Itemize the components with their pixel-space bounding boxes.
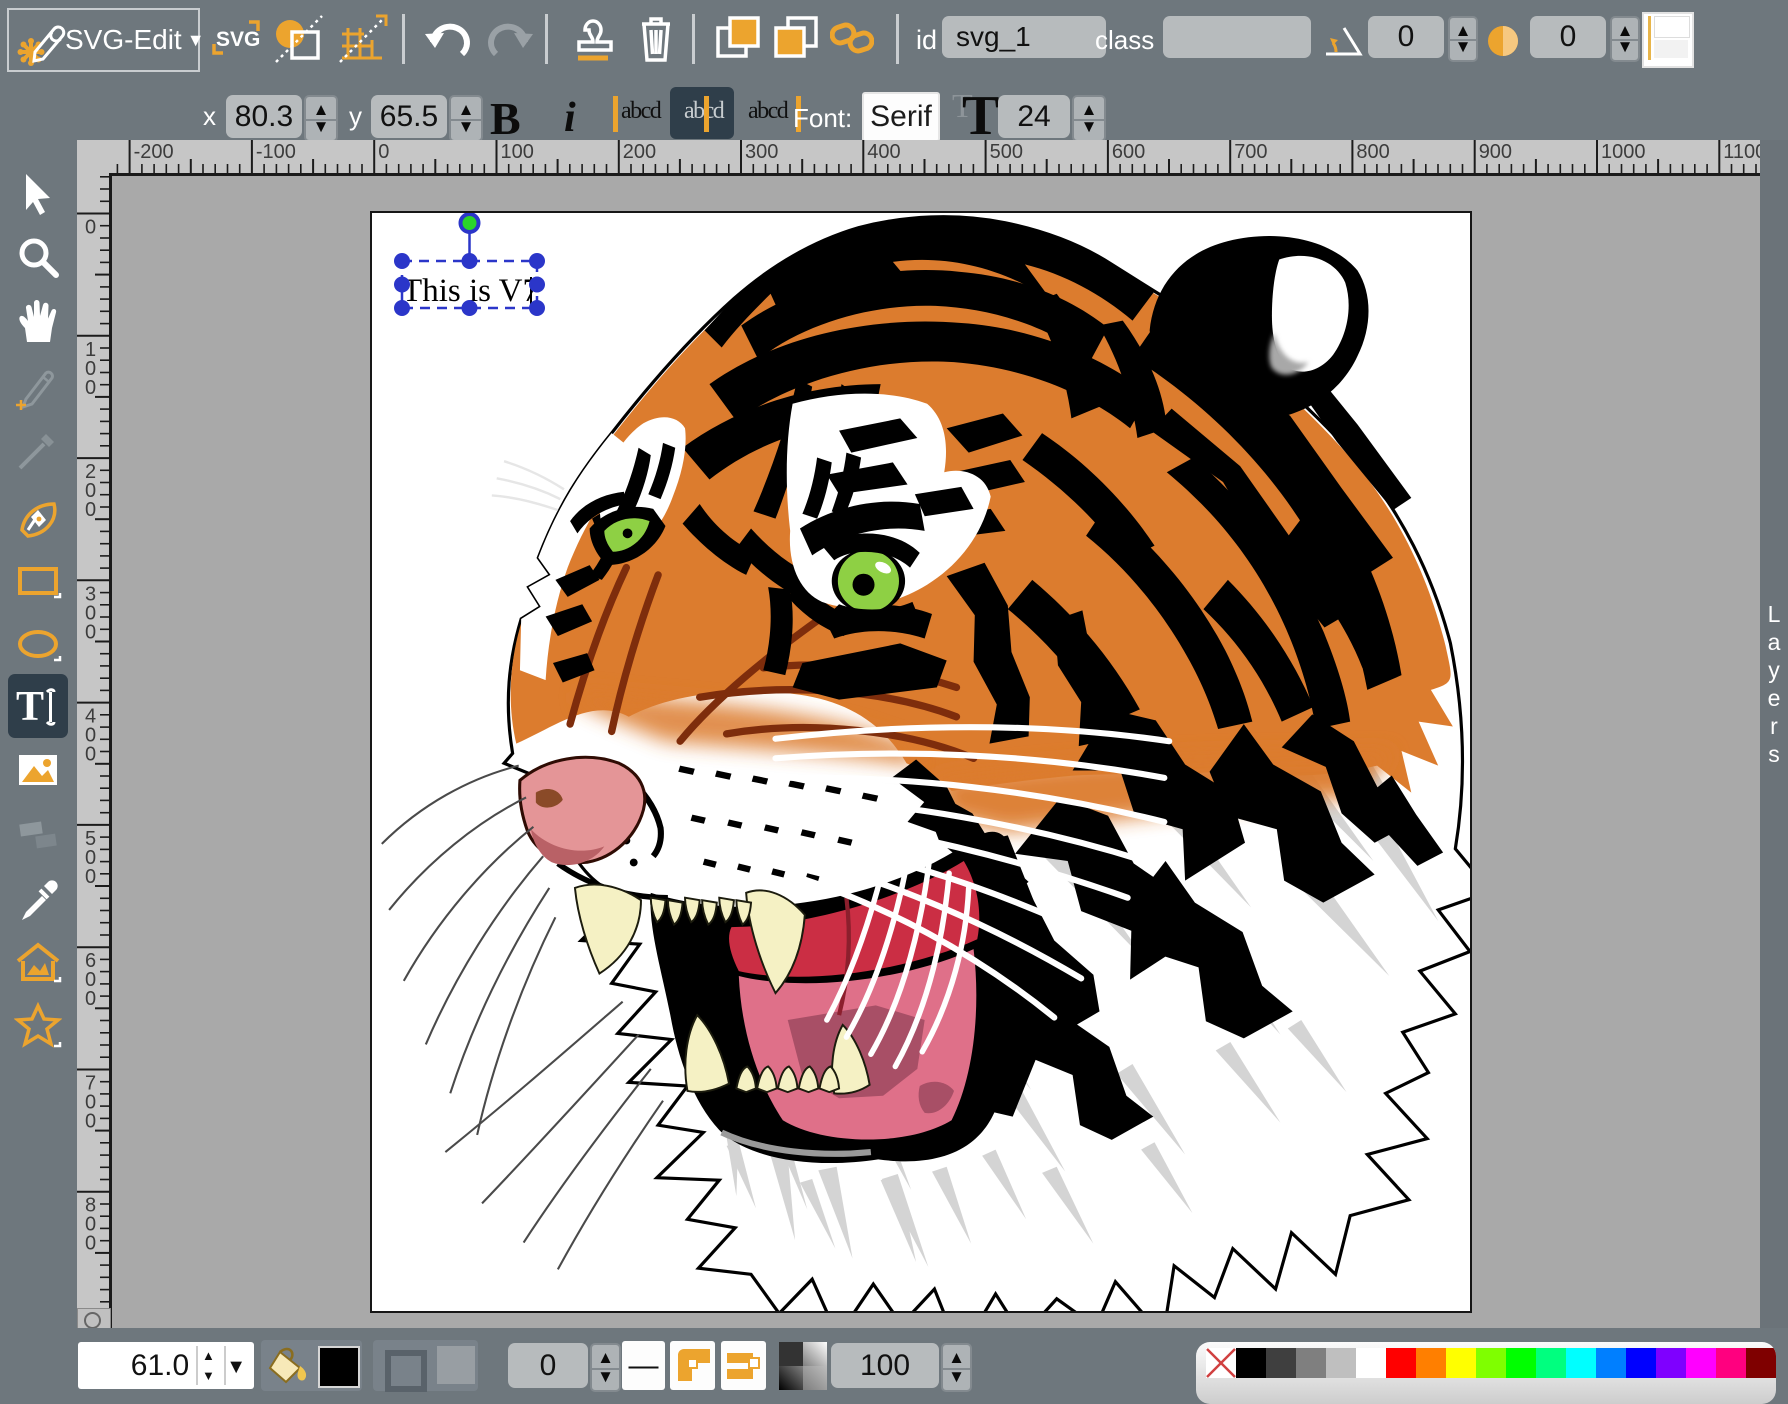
svg-text:0: 0: [85, 621, 96, 643]
svg-text:0: 0: [85, 1111, 96, 1133]
svg-text:0: 0: [85, 377, 96, 399]
svg-text:-200: -200: [134, 141, 174, 163]
svg-text:500: 500: [990, 141, 1023, 163]
svg-text:0: 0: [85, 499, 96, 521]
svg-text:400: 400: [867, 141, 900, 163]
svg-text:0: 0: [85, 866, 96, 888]
svg-text:0: 0: [85, 988, 96, 1010]
svg-text:600: 600: [1112, 141, 1145, 163]
svg-text:0: 0: [85, 1233, 96, 1255]
svg-text:0: 0: [85, 217, 96, 239]
svg-text:1000: 1000: [1601, 141, 1646, 163]
svg-text:200: 200: [623, 141, 656, 163]
svg-text:1100: 1100: [1723, 141, 1760, 163]
svg-text:SVG: SVG: [216, 28, 260, 51]
svg-text:800: 800: [1356, 141, 1389, 163]
svg-text:0: 0: [85, 744, 96, 766]
svg-text:700: 700: [1234, 141, 1267, 163]
svg-text:T: T: [16, 684, 44, 730]
svg-text:0: 0: [378, 141, 389, 163]
svg-text:100: 100: [501, 141, 534, 163]
svg-text:900: 900: [1479, 141, 1512, 163]
svg-text:300: 300: [745, 141, 778, 163]
svg-text:-100: -100: [256, 141, 296, 163]
